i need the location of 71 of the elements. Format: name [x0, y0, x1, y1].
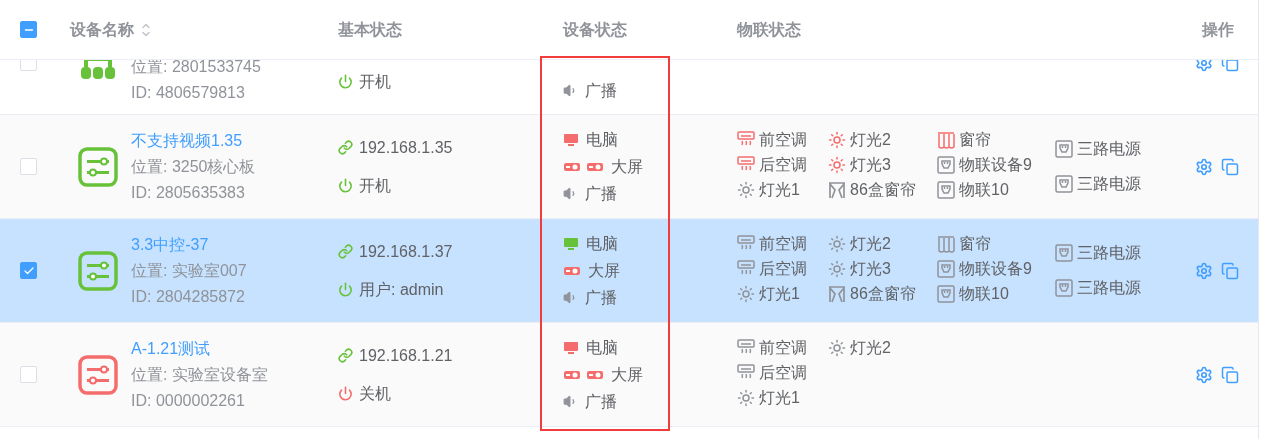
- column-title: 设备状态: [563, 19, 627, 40]
- iot-device-label: 物联10: [959, 284, 1009, 304]
- device-status-label: 广播: [585, 183, 617, 204]
- power-status: 开机: [359, 175, 391, 196]
- checkbox[interactable]: [20, 21, 37, 38]
- device-id: ID: 0000002261: [131, 390, 246, 411]
- device-location: 位置: 实验室设备室: [131, 364, 268, 385]
- copy-button[interactable]: [1221, 261, 1239, 280]
- column-title: 设备名称: [70, 19, 134, 40]
- iot-device-label: 三路电源: [1077, 277, 1141, 298]
- iot-device-label: 灯光1: [759, 284, 800, 304]
- device-status-label: 广播: [585, 391, 617, 412]
- iot-device-label: 物联10: [959, 180, 1009, 200]
- iot-device-label: 灯光2: [850, 130, 891, 150]
- iot-device-label: 物联设备9: [959, 259, 1032, 279]
- link-icon: [338, 244, 353, 259]
- device-status-label: 大屏: [588, 260, 620, 281]
- copy-button[interactable]: [1221, 157, 1239, 176]
- iot-device-label: 灯光3: [850, 155, 891, 175]
- ip-address: 192.168.1.21: [359, 345, 453, 366]
- device-status-label: 广播: [585, 287, 617, 308]
- ip-address: 192.168.1.35: [359, 137, 453, 158]
- checkbox[interactable]: [20, 262, 37, 279]
- iot-device-label: 后空调: [759, 259, 807, 279]
- device-id: ID: 2804285872: [131, 286, 246, 307]
- device-name-link[interactable]: A-1.21测试: [131, 335, 268, 362]
- iot-device-label: 窗帘: [959, 234, 991, 254]
- iot-device-label: 灯光3: [850, 259, 891, 279]
- device-status-label: 广播: [585, 80, 617, 101]
- iot-device-label: 三路电源: [1077, 243, 1141, 264]
- iot-device-label: 灯光2: [850, 338, 891, 358]
- settings-button[interactable]: [1195, 157, 1213, 176]
- ip-address: 192.168.1.37: [359, 241, 453, 262]
- iot-device-label: 前空调: [759, 130, 807, 150]
- device-location: 位置: 3250核心板: [131, 156, 256, 177]
- power-status: 开机: [359, 71, 391, 92]
- table-row[interactable]: A-1.21测试 位置: 实验室设备室 ID: 0000002261 192.168.1.21 关机 电脑 大屏 广播 前空调 后空调 灯光1 灯光2: [0, 323, 1258, 427]
- column-title: 基本状态: [338, 19, 402, 40]
- iot-device-label: 窗帘: [959, 130, 991, 150]
- table-row[interactable]: 3.3中控-37 位置: 实验室007 ID: 2804285872 192.168.1.37 用户: admin 电脑 大屏 广播 前空调 后空调 灯光1 灯光2 灯光3 86盒窗帘 窗帘 物联设备9 物联10 三路电源 三路电源: [0, 219, 1258, 323]
- iot-device-label: 灯光1: [759, 388, 800, 408]
- iot-device-label: 86盒窗帘: [850, 284, 916, 304]
- iot-device-label: 灯光1: [759, 180, 800, 200]
- iot-device-label: 前空调: [759, 338, 807, 358]
- iot-device-label: 后空调: [759, 363, 807, 383]
- column-title: 物联状态: [737, 19, 801, 40]
- iot-device-label: 三路电源: [1077, 139, 1141, 160]
- power-status: 关机: [359, 383, 391, 404]
- device-location: 位置: 实验室007: [131, 260, 247, 281]
- device-id: ID: 4806579813: [131, 83, 246, 103]
- link-icon: [338, 348, 353, 363]
- copy-button[interactable]: [1221, 365, 1239, 384]
- device-status-label: 大屏: [611, 156, 643, 177]
- iot-device-label: 物联设备9: [959, 155, 1032, 175]
- settings-button[interactable]: [1195, 261, 1213, 280]
- iot-device-label: 三路电源: [1077, 173, 1141, 194]
- device-status-label: 电脑: [586, 233, 618, 254]
- device-status-label: 电脑: [586, 337, 618, 358]
- device-name-link[interactable]: 不支持视频1.35: [131, 127, 256, 154]
- table-row[interactable]: 不支持视频1.35 位置: 3250核心板 ID: 2805635383 192.168.1.35 开机 电脑 大屏 广播 前空调 后空调 灯光1 灯光2 灯光3 86盒窗帘 窗帘 物联设备9 物联10 三路电源 三路电源: [0, 115, 1258, 219]
- device-status-label: 大屏: [611, 364, 643, 385]
- iot-device-label: 86盒窗帘: [850, 180, 916, 200]
- settings-button[interactable]: [1195, 365, 1213, 384]
- power-status: 用户: admin: [359, 279, 444, 300]
- iot-device-label: 后空调: [759, 155, 807, 175]
- link-icon: [338, 140, 353, 155]
- iot-device-label: 灯光2: [850, 234, 891, 254]
- iot-device-label: 前空调: [759, 234, 807, 254]
- device-status-label: 电脑: [586, 129, 618, 150]
- device-id: ID: 2805635383: [131, 182, 246, 203]
- column-title: 操作: [1202, 19, 1234, 40]
